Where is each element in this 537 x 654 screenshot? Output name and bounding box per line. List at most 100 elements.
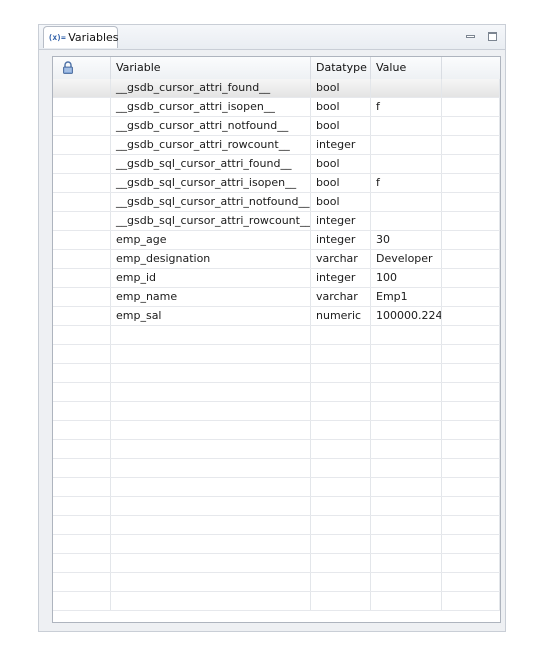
filler-cell	[442, 250, 500, 268]
row-lock-cell	[53, 402, 111, 420]
table-row[interactable]: __gsdb_sql_cursor_attri_found__ bool	[53, 155, 500, 174]
datatype-cell: bool	[311, 98, 371, 116]
table-row[interactable]: __gsdb_cursor_attri_found__ bool	[53, 79, 500, 98]
value-cell: 30	[371, 231, 442, 249]
variable-cell	[111, 535, 311, 553]
datatype-cell	[311, 497, 371, 515]
filler-cell	[442, 117, 500, 135]
value-cell	[371, 117, 442, 135]
row-lock-cell	[53, 592, 111, 610]
row-lock-cell	[53, 421, 111, 439]
filler-cell	[442, 478, 500, 496]
row-lock-cell	[53, 535, 111, 553]
filler-cell	[442, 231, 500, 249]
datatype-cell: numeric	[311, 307, 371, 325]
row-lock-cell	[53, 288, 111, 306]
table-row[interactable]: __gsdb_sql_cursor_attri_rowcount__ intege…	[53, 212, 500, 231]
value-cell	[371, 497, 442, 515]
variable-cell	[111, 345, 311, 363]
header-value[interactable]: Value	[371, 57, 442, 79]
variable-cell	[111, 364, 311, 382]
variables-table[interactable]: Variable Datatype Value __gsdb_cursor_at…	[52, 56, 501, 623]
variable-cell: __gsdb_cursor_attri_isopen__	[111, 98, 311, 116]
filler-cell	[442, 402, 500, 420]
datatype-cell	[311, 383, 371, 401]
row-lock-cell	[53, 345, 111, 363]
filler-cell	[442, 497, 500, 515]
minimize-icon[interactable]	[463, 29, 477, 43]
value-cell	[371, 79, 442, 97]
header-lock-column[interactable]	[53, 57, 111, 79]
table-row[interactable]: emp_designation varchar Developer	[53, 250, 500, 269]
datatype-cell: integer	[311, 212, 371, 230]
value-cell	[371, 212, 442, 230]
value-cell	[371, 535, 442, 553]
row-lock-cell	[53, 364, 111, 382]
datatype-cell	[311, 592, 371, 610]
value-cell	[371, 459, 442, 477]
table-row[interactable]: __gsdb_cursor_attri_rowcount__ integer	[53, 136, 500, 155]
empty-table-row	[53, 516, 500, 535]
filler-cell	[442, 136, 500, 154]
row-lock-cell	[53, 174, 111, 192]
table-row[interactable]: emp_sal numeric 100000.224	[53, 307, 500, 326]
header-datatype[interactable]: Datatype	[311, 57, 371, 79]
filler-cell	[442, 269, 500, 287]
row-lock-cell	[53, 79, 111, 97]
datatype-cell	[311, 421, 371, 439]
maximize-icon[interactable]	[485, 29, 499, 43]
table-row[interactable]: __gsdb_sql_cursor_attri_isopen__ bool f	[53, 174, 500, 193]
value-cell	[371, 554, 442, 572]
table-row[interactable]: __gsdb_cursor_attri_isopen__ bool f	[53, 98, 500, 117]
empty-table-row	[53, 592, 500, 611]
empty-table-row	[53, 402, 500, 421]
value-cell	[371, 345, 442, 363]
value-cell	[371, 440, 442, 458]
filler-cell	[442, 212, 500, 230]
filler-cell	[442, 573, 500, 591]
variables-view: (x)= Variables Variable Datatype Value _…	[38, 24, 506, 632]
variable-cell	[111, 554, 311, 572]
row-lock-cell	[53, 497, 111, 515]
datatype-cell	[311, 516, 371, 534]
view-tab-bar: (x)= Variables	[39, 25, 505, 50]
filler-cell	[442, 288, 500, 306]
filler-cell	[442, 155, 500, 173]
value-cell	[371, 592, 442, 610]
datatype-cell: bool	[311, 155, 371, 173]
value-cell: 100000.224	[371, 307, 442, 325]
variable-cell: __gsdb_sql_cursor_attri_isopen__	[111, 174, 311, 192]
empty-table-row	[53, 364, 500, 383]
table-row[interactable]: emp_name varchar Emp1	[53, 288, 500, 307]
value-cell	[371, 326, 442, 344]
filler-cell	[442, 421, 500, 439]
variable-cell	[111, 402, 311, 420]
variables-icon: (x)=	[48, 33, 66, 42]
table-row[interactable]: __gsdb_cursor_attri_notfound__ bool	[53, 117, 500, 136]
datatype-cell	[311, 345, 371, 363]
variable-cell	[111, 459, 311, 477]
empty-table-row	[53, 497, 500, 516]
header-variable[interactable]: Variable	[111, 57, 311, 79]
row-lock-cell	[53, 516, 111, 534]
empty-table-row	[53, 421, 500, 440]
row-lock-cell	[53, 440, 111, 458]
row-lock-cell	[53, 231, 111, 249]
filler-cell	[442, 345, 500, 363]
variable-cell: __gsdb_sql_cursor_attri_found__	[111, 155, 311, 173]
value-cell	[371, 516, 442, 534]
tab-variables[interactable]: (x)= Variables	[43, 26, 119, 48]
table-row[interactable]: __gsdb_sql_cursor_attri_notfound__ bool	[53, 193, 500, 212]
table-row[interactable]: emp_id integer 100	[53, 269, 500, 288]
row-lock-cell	[53, 573, 111, 591]
datatype-cell: integer	[311, 231, 371, 249]
filler-cell	[442, 98, 500, 116]
empty-table-row	[53, 459, 500, 478]
datatype-cell	[311, 459, 371, 477]
value-cell	[371, 573, 442, 591]
row-lock-cell	[53, 212, 111, 230]
datatype-cell	[311, 478, 371, 496]
table-row[interactable]: emp_age integer 30	[53, 231, 500, 250]
datatype-cell: varchar	[311, 288, 371, 306]
empty-table-row	[53, 383, 500, 402]
